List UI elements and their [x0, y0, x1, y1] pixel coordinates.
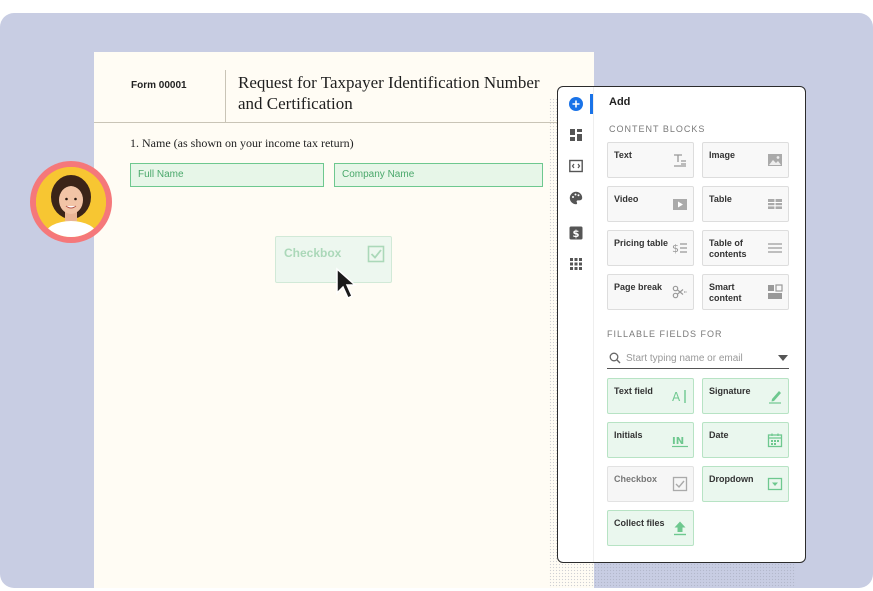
dropdown-icon	[767, 477, 783, 491]
block-pricing-table[interactable]: Pricing table $	[607, 230, 694, 266]
grid-icon[interactable]	[569, 257, 583, 271]
field-label: Collect files	[614, 518, 665, 528]
block-label: Image	[709, 150, 736, 160]
block-label: Pricing table	[614, 238, 669, 248]
panel-title: Add	[609, 96, 631, 108]
person-portrait	[36, 167, 106, 237]
fillable-fields-heading: FILLABLE FIELDS FOR	[607, 329, 723, 339]
header-divider	[225, 70, 226, 122]
blocks-icon[interactable]	[569, 128, 583, 142]
search-icon	[609, 352, 621, 364]
dollar-icon[interactable]: $	[569, 226, 583, 240]
toc-icon	[768, 243, 782, 253]
text-icon	[674, 154, 686, 167]
scissors-icon	[672, 285, 687, 299]
block-page-break[interactable]: Page break	[607, 274, 694, 310]
block-label: Smart content	[709, 282, 742, 303]
field-signature[interactable]: Signature	[702, 378, 789, 414]
company-name-field[interactable]: Company Name	[334, 163, 543, 187]
upload-icon	[674, 521, 686, 536]
field-initials[interactable]: Initials IN	[607, 422, 694, 458]
block-table-of-contents[interactable]: Table of contents	[702, 230, 789, 266]
svg-text:IN: IN	[672, 436, 684, 447]
name-label: 1. Name (as shown on your income tax ret…	[130, 136, 354, 150]
text-field-icon: A	[672, 390, 686, 404]
checkbox-icon	[367, 245, 385, 263]
block-image[interactable]: Image	[702, 142, 789, 178]
content-blocks-heading: CONTENT BLOCKS	[609, 124, 706, 134]
add-icon[interactable]	[569, 97, 583, 111]
field-checkbox[interactable]: Checkbox	[607, 466, 694, 502]
field-collect-files[interactable]: Collect files	[607, 510, 694, 546]
table-icon	[768, 199, 782, 209]
embed-icon[interactable]	[569, 159, 583, 173]
pricing-table-icon: $	[672, 242, 687, 255]
field-dropdown[interactable]: Dropdown	[702, 466, 789, 502]
block-video[interactable]: Video	[607, 186, 694, 222]
field-date[interactable]: Date	[702, 422, 789, 458]
form-number: Form 00001	[131, 80, 187, 91]
field-text-field[interactable]: Text field A	[607, 378, 694, 414]
signature-icon	[769, 391, 781, 404]
field-label: Text field	[614, 386, 653, 396]
rail-active-indicator	[590, 94, 593, 114]
svg-text:$: $	[672, 242, 679, 255]
field-label: Initials	[614, 430, 643, 440]
block-label: Page break	[614, 282, 663, 292]
document-title: Request for Taxpayer Identification Numb…	[238, 73, 540, 113]
checkbox-icon	[672, 476, 688, 492]
recipient-search[interactable]	[607, 349, 789, 369]
field-label: Date	[709, 430, 729, 440]
block-label: Video	[614, 194, 639, 204]
block-smart-content[interactable]: Smart content	[702, 274, 789, 310]
block-label: Table	[709, 194, 732, 204]
block-label: Text	[614, 150, 632, 160]
field-label: Signature	[709, 386, 751, 396]
svg-text:A: A	[672, 390, 681, 404]
smart-content-icon	[768, 284, 783, 299]
canvas-background: Form 00001 Request for Taxpayer Identifi…	[0, 13, 873, 588]
user-avatar	[30, 161, 112, 243]
block-table[interactable]: Table	[702, 186, 789, 222]
add-panel: $ Add CONTENT BLOCKS Text Image Video Ta…	[557, 86, 806, 563]
mouse-pointer-icon	[336, 267, 357, 300]
panel-rail: $	[558, 87, 594, 562]
document-page: Form 00001 Request for Taxpayer Identifi…	[94, 52, 594, 588]
checkbox-drag-label: Checkbox	[284, 246, 342, 260]
video-icon	[673, 199, 687, 210]
block-label: Table of contents	[709, 238, 747, 259]
full-name-field[interactable]: Full Name	[130, 163, 324, 187]
chevron-down-icon[interactable]	[778, 355, 788, 362]
header-rule	[94, 122, 594, 123]
calendar-icon	[767, 433, 783, 448]
field-label: Checkbox	[614, 474, 658, 484]
palette-icon[interactable]	[569, 191, 583, 205]
image-icon	[768, 154, 782, 166]
recipient-search-input[interactable]	[626, 351, 766, 366]
block-text[interactable]: Text	[607, 142, 694, 178]
svg-text:$: $	[573, 229, 580, 240]
initials-icon: IN	[672, 436, 688, 448]
field-label: Dropdown	[709, 474, 754, 484]
